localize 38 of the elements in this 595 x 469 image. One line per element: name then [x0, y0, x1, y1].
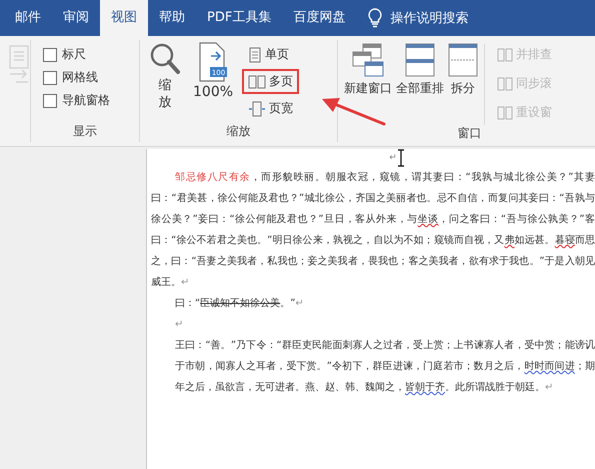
- paragraph-text: 邹忌修八尺有余，而形貌昳丽。朝服衣冠，窥镜，谓其妻曰：“我孰与城北徐公美？”其妻曰：“君美甚，徐公何能及君也？”城北徐公，齐国之美丽者也。忌不自信，而复问其妾曰：“吾孰与徐公美？”妾曰：“徐公何能及君也？”旦日，客从外来，与坐谈，问之客曰：“吾与徐公孰美？”客曰：“徐公不若君之美也。”明日徐公来，孰视之，自以为不如；窥镜而自视，又弗如远甚。暮寝而思之，曰：“吾妻之美我者，私我也；妾之美我者，畏我也；客之美我者，欲有求于我也。”于是入朝见威王。↵: [151, 170, 595, 290]
- ribbon-tab[interactable]: 百度网盘: [282, 0, 356, 36]
- side-by-side-icon: [497, 76, 513, 90]
- page-width-icon: [248, 100, 266, 116]
- paragraph-text: 曰：“臣诚知不如徐公美。”↵: [174, 296, 305, 311]
- view-button[interactable]: 页宽: [242, 96, 300, 121]
- window-button[interactable]: 拆分: [448, 40, 478, 125]
- ribbon-tab[interactable]: 邮件: [4, 0, 52, 36]
- ribbon-tab[interactable]: PDF工具集: [196, 0, 282, 36]
- group-label: 缩放: [226, 123, 252, 140]
- tell-me-search[interactable]: 操作说明搜索: [390, 9, 468, 27]
- lightbulb-icon[interactable]: [368, 8, 382, 28]
- text-cursor-icon: [397, 149, 405, 167]
- view-button[interactable]: 多页: [242, 69, 300, 94]
- two-pages-icon: [248, 74, 266, 90]
- view-button[interactable]: 单页: [242, 42, 300, 67]
- window-button[interactable]: 新建窗口: [344, 40, 392, 125]
- paragraph-text: ↵: [174, 318, 184, 332]
- ribbon-tab[interactable]: 帮助: [148, 0, 196, 36]
- ribbon-tab[interactable]: 审阅: [52, 0, 100, 36]
- group-label: 显示: [72, 123, 98, 140]
- ribbon-checkbox[interactable]: 网格线: [43, 69, 133, 86]
- zoom-button[interactable]: 缩放: [146, 40, 184, 123]
- group-label: 窗口: [456, 125, 482, 142]
- windows-stack-icon: [351, 42, 385, 78]
- ribbon-checkbox[interactable]: 标尺: [43, 46, 133, 63]
- magnifier-icon: [149, 42, 181, 76]
- window-button[interactable]: 全部重排: [396, 40, 444, 125]
- stacked-windows-icon: [405, 42, 435, 78]
- split-window-icon: [448, 42, 478, 78]
- paragraph-mark: ↵: [389, 152, 397, 165]
- single-page-icon: [248, 46, 262, 62]
- arrow-pointer: [322, 98, 386, 126]
- side-by-side-icon: [497, 106, 513, 120]
- ribbon-checkbox[interactable]: 导航窗格: [43, 92, 133, 109]
- paragraph-text: 王曰：“善。”乃下令：“群臣吏民能面刺寡人之过者，受上赏；上书谏寡人者，受中赏；能谤讥于市朝，闻寡人之耳者，受下赏。”令初下，群臣进谏，门庭若市；数月之后，时时而间进；期年之后，虽欲言，无可进者。燕、赵、韩、魏闻之，皆朝于齐。此所谓战胜于朝廷。↵: [174, 338, 595, 395]
- ribbon-tab[interactable]: 视图: [100, 0, 148, 36]
- side-by-side-icon: [497, 48, 513, 62]
